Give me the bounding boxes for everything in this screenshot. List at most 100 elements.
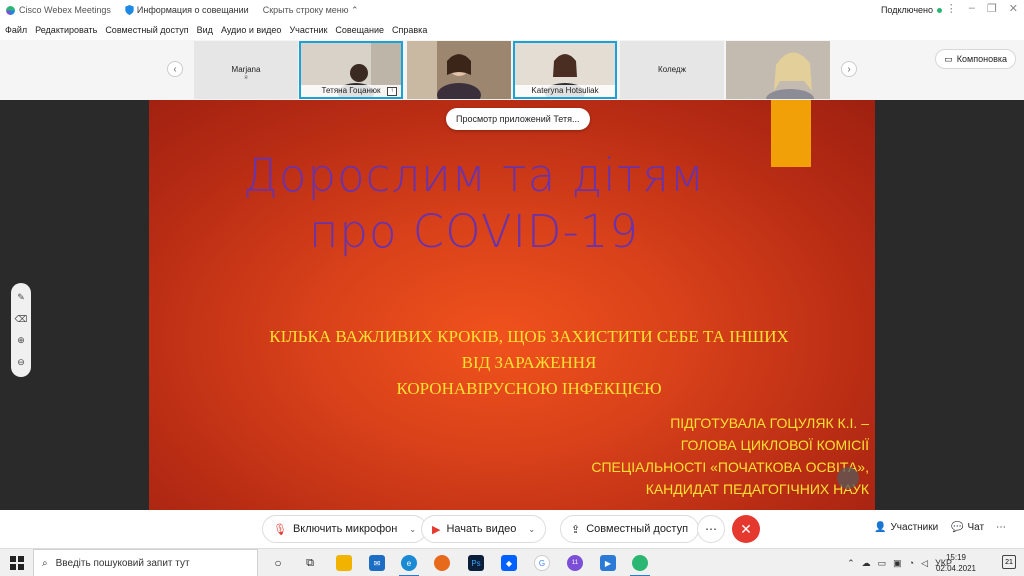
notification-count: 21 [1005,558,1013,566]
ellipsis-icon: ⋯ [705,522,717,536]
app-name: Cisco Webex Meetings [19,5,111,15]
slide-author-line-3: СПЕЦІАЛЬНОСТІ «ПОЧАТКОВА ОСВІТА», [591,459,869,475]
dropbox-icon[interactable]: ◆ [501,555,517,571]
close-icon: ✕ [740,520,752,537]
strip-next-button[interactable]: › [841,61,857,77]
panel-more-button[interactable]: ⋯ [996,522,1006,533]
network-icon[interactable]: ▭ [878,558,887,569]
meeting-info-button[interactable]: Информация о совещании [125,5,249,15]
app-title: Cisco Webex Meetings [0,5,111,15]
menu-file[interactable]: Файл [5,25,27,35]
ellipsis-icon: ⋯ [996,522,1006,533]
meeting-controls: 🎙 Включить микрофон ⌄ ▶ Начать видео ⌄ ⇪… [0,510,1024,548]
close-icon[interactable]: ✕ [1009,2,1018,15]
notification-center-icon[interactable]: 21 [1002,555,1016,569]
maximize-icon[interactable]: ❐ [987,2,997,15]
participant-video [407,41,511,99]
annotate-pen-icon[interactable]: ✎ [17,292,25,303]
participant-tile-koledzh[interactable]: Коледж [620,41,724,99]
slide-author-line-1: ПІДГОТУВАЛА ГОЦУЛЯК К.І. – [670,415,869,431]
participants-button[interactable]: 👤 Участники [874,522,938,533]
task-view-icon[interactable]: ⧉ [302,555,318,571]
chevron-left-icon: ‹ [173,63,177,75]
cortana-icon[interactable]: ○ [270,555,286,571]
firefox-icon[interactable] [434,555,450,571]
edge-icon[interactable]: e [401,555,417,571]
taskbar-search-box[interactable]: ⌕ Введіть пошуковий запит тут [33,549,258,576]
participant-tile-marjana[interactable]: Marjana я [194,41,298,99]
hide-menu-button[interactable]: Скрыть строку меню ⌃ [263,5,359,16]
participant-self-label: я [244,75,248,81]
participant-name: Тетяна Гоцанюк [301,85,401,97]
chevron-right-icon: › [847,63,851,75]
webex-taskbar-icon[interactable] [632,555,648,571]
layout-label: Компоновка [956,54,1007,64]
photoshop-icon[interactable]: Ps [468,555,484,571]
minimize-icon[interactable]: – [969,2,975,15]
media-player-icon[interactable]: ▶ [600,555,616,571]
view-apps-button[interactable]: Просмотр приложений Тетя... [446,108,590,130]
mic-button[interactable]: 🎙 Включить микрофон ⌄ [262,515,428,543]
participant-tile-kateryna[interactable]: Kateryna Hotsuliak [513,41,617,99]
window-controls: ⋮ – ❐ ✕ [946,2,1018,15]
zoom-in-icon[interactable]: ⊕ [17,335,25,346]
os-taskbar: ⌕ Введіть пошуковий запит тут ○ ⧉ ✉ e Ps… [0,548,1024,576]
strip-prev-button[interactable]: ‹ [167,61,183,77]
menu-audio-video[interactable]: Аудио и видео [221,25,282,35]
slide-title-line-1: Дорослим та дітям [243,149,705,202]
windows-start-icon[interactable] [10,556,24,570]
status-label: Подключено [880,5,933,15]
file-explorer-icon[interactable] [336,555,352,571]
annotation-toolbar: ✎ ⌫ ⊕ ⊖ [11,283,31,377]
video-button[interactable]: ▶ Начать видео ⌄ [421,515,547,543]
video-off-icon: ▶ [432,523,441,536]
menu-edit[interactable]: Редактировать [35,25,97,35]
shared-content-area: Дорослим та дітям про COVID-19 КІЛЬКА ВА… [0,100,1024,510]
slide-subtitle-line-2: ВІД ЗАРАЖЕННЯ [461,353,597,372]
viber-icon[interactable]: 11 [567,555,583,571]
menu-help[interactable]: Справка [392,25,427,35]
participant-tile-tetiana[interactable]: Тетяна Гоцанюк ↑ [299,41,403,99]
monitor-icon[interactable]: ▣ [893,558,902,569]
person-icon: 👤 [874,522,887,533]
shield-icon [125,5,134,15]
chevron-down-icon[interactable]: ⌄ [528,525,535,534]
chevron-up-icon: ⌃ [351,4,359,15]
eraser-icon[interactable]: ⌫ [15,314,28,325]
layout-button[interactable]: ▭ Компоновка [935,49,1016,69]
viber-badge: 11 [571,560,579,566]
menu-share[interactable]: Совместный доступ [105,25,188,35]
taskbar-clock[interactable]: 15:19 02.04.2021 [936,552,976,574]
slide-subtitle: КІЛЬКА ВАЖЛИВИХ КРОКІВ, ЩОБ ЗАХИСТИТИ СЕ… [209,324,849,402]
menu-participant[interactable]: Участник [289,25,327,35]
slide-title-line-2: про COVID-19 [308,205,640,258]
share-button[interactable]: ⇪ Совместный доступ [560,515,700,543]
menu-view[interactable]: Вид [197,25,213,35]
chat-label: Чат [967,522,985,533]
more-options-button[interactable]: ⋯ [697,515,725,543]
chevron-down-icon[interactable]: ⌄ [409,525,416,534]
menu-meeting[interactable]: Совещание [335,25,384,35]
wifi-icon[interactable]: ◔ [909,558,914,568]
volume-icon[interactable]: ◁ [921,558,928,569]
meeting-info-label: Информация о совещании [136,5,249,15]
clock-date: 02.04.2021 [935,564,976,573]
chevron-up-icon[interactable]: ⌃ [847,558,855,569]
video-label: Начать видео [446,523,517,535]
share-icon: ⇪ [571,523,581,536]
presentation-slide: Дорослим та дітям про COVID-19 КІЛЬКА ВА… [149,100,875,510]
zoom-out-icon[interactable]: ⊖ [17,357,25,368]
slide-author: ПІДГОТУВАЛА ГОЦУЛЯК К.І. – ГОЛОВА ЦИКЛОВ… [591,412,869,500]
mail-icon[interactable]: ✉ [369,555,385,571]
more-icon[interactable]: ⋮ [946,2,957,15]
chat-button[interactable]: 💬 Чат [951,522,984,533]
participant-tile-video-6[interactable] [726,41,830,99]
chrome-icon[interactable]: G [534,555,550,571]
share-label: Совместный доступ [586,523,689,535]
cloud-icon[interactable]: ☁ [862,558,871,569]
participant-strip: ‹ Marjana я Тетяна Гоцанюк ↑ Kateryna Ho… [0,40,1024,100]
participants-label: Участники [890,522,939,533]
leave-meeting-button[interactable]: ✕ [732,515,760,543]
participant-name: Коледж [658,65,686,74]
participant-tile-video-3[interactable] [407,41,511,99]
